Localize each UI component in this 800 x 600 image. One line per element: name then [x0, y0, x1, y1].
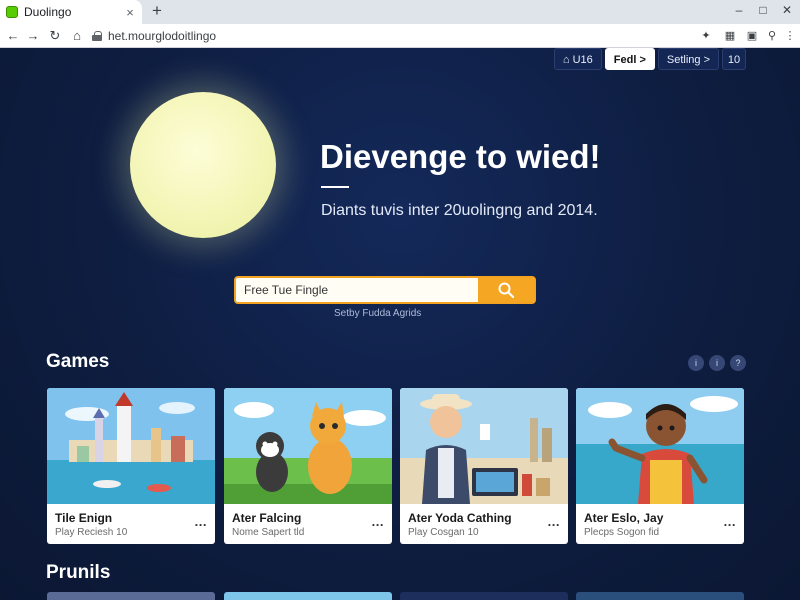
card-subtitle: Plecps Sogon fid [584, 527, 660, 538]
card-title: Tile Enign [55, 511, 113, 525]
game-card[interactable]: Ater Eslo, Jay Plecps Sogon fid ... [576, 388, 744, 544]
games-section-title: Games [46, 351, 110, 372]
card-preview[interactable] [400, 592, 568, 600]
hero-subtitle: Diants tuvis inter 20uolingng and 2014. [321, 202, 598, 219]
lock-icon [92, 31, 102, 41]
search-icon [498, 282, 515, 299]
nav-item-feed[interactable]: Fedl > [604, 48, 655, 70]
home-icon[interactable]: ⌂ [68, 27, 86, 45]
address-bar[interactable]: het.mourglodoitlingo [92, 27, 692, 45]
close-window-button[interactable]: ✕ [776, 3, 798, 19]
tab-title: Duolingo [24, 5, 72, 19]
carousel-help-button[interactable]: ? [730, 355, 746, 371]
duolingo-favicon-icon [6, 6, 18, 18]
reload-icon[interactable]: ↻ [46, 27, 64, 45]
card-preview[interactable] [224, 592, 392, 600]
tab-close-icon[interactable]: × [122, 5, 138, 20]
card-subtitle: Play Reciesh 10 [55, 527, 128, 538]
nav-item-settings[interactable]: Setling > [657, 48, 719, 70]
card-preview[interactable] [576, 592, 744, 600]
game-card[interactable]: Tile Enign Play Reciesh 10 ... [47, 388, 215, 544]
hero-divider [321, 186, 349, 188]
more-options-icon[interactable]: ... [548, 514, 560, 529]
card-subtitle: Nome Sapert tld [232, 527, 305, 538]
more-options-icon[interactable]: ... [372, 514, 384, 529]
forward-icon[interactable]: → [24, 27, 42, 45]
card-title: Ater Eslo, Jay [584, 511, 664, 525]
search-input[interactable] [236, 278, 478, 302]
card-title: Ater Yoda Cathing [408, 511, 512, 525]
profile-icon[interactable]: ⚲ [764, 28, 780, 44]
menu-icon[interactable]: ⋮ [782, 28, 798, 44]
search-bar [234, 276, 536, 304]
search-caption: Setby Fudda Agrids [334, 308, 422, 319]
more-options-icon[interactable]: ... [724, 514, 736, 529]
game-card[interactable]: Ater Yoda Cathing Play Cosgan 10 ... [400, 388, 568, 544]
search-button[interactable] [478, 278, 534, 302]
more-options-icon[interactable]: ... [195, 514, 207, 529]
minimize-button[interactable]: – [728, 3, 750, 19]
card-title: Ater Falcing [232, 511, 302, 525]
carousel-next-button[interactable]: i [709, 355, 725, 371]
page-content: ⌂ U16 Fedl > Setling > 10 Dievenge to wi… [0, 48, 800, 600]
card-subtitle: Play Cosgan 10 [408, 527, 479, 538]
carousel-prev-button[interactable]: i [688, 355, 704, 371]
browser-tab[interactable]: Duolingo × [0, 0, 142, 24]
browser-tab-bar: Duolingo × + – □ ✕ [0, 0, 800, 24]
card-preview[interactable] [47, 592, 215, 600]
url-text[interactable]: het.mourglodoitlingo [108, 29, 216, 43]
game-card[interactable]: Ater Falcing Nome Sapert tld ... [224, 388, 392, 544]
beach-girl-image [576, 388, 744, 504]
nav-item-u16[interactable]: ⌂ U16 [553, 48, 602, 70]
top-navigation: ⌂ U16 Fedl > Setling > 10 [553, 48, 746, 70]
carousel-controls: i i ? [688, 355, 746, 371]
traveler-laptop-image [400, 388, 568, 504]
back-icon[interactable]: ← [4, 27, 22, 45]
cats-meadow-image [224, 388, 392, 504]
new-tab-button[interactable]: + [148, 2, 166, 20]
pin-icon[interactable]: ✦ [698, 28, 714, 44]
maximize-button[interactable]: □ [752, 3, 774, 19]
collections-icon[interactable]: ▣ [744, 28, 760, 44]
browser-toolbar: ← → ↻ ⌂ het.mourglodoitlingo ✦ ▦ ▣ ⚲ ⋮ [0, 24, 800, 48]
extensions-icon[interactable]: ▦ [722, 28, 738, 44]
harbor-city-image [47, 388, 215, 504]
nav-count-badge[interactable]: 10 [722, 48, 746, 70]
prunils-section-title: Prunils [46, 562, 111, 583]
moon-illustration [130, 92, 276, 238]
hero-title: Dievenge to wied! [320, 138, 601, 175]
